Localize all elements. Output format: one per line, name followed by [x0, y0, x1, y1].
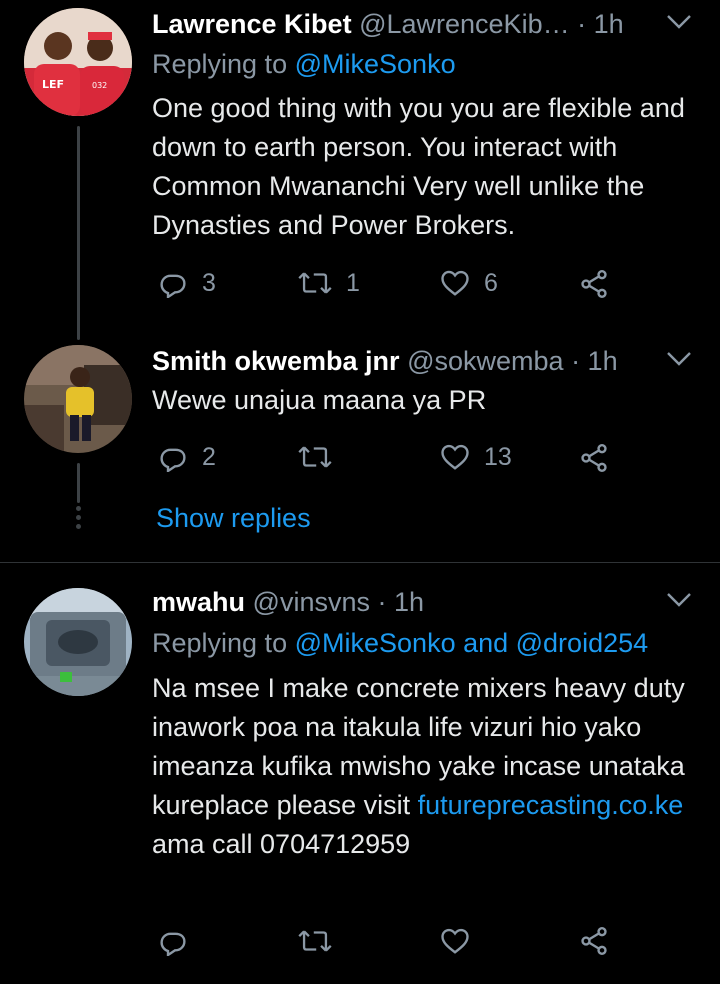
thread-connector [77, 126, 80, 340]
retweet-button[interactable] [298, 926, 332, 956]
reply-icon [160, 274, 186, 298]
reply-button[interactable]: 2 [158, 442, 216, 472]
retweet-icon [298, 272, 332, 294]
tweet-lawrence-kibet[interactable]: LEF 032 Lawrence Kibet @LawrenceKib… · 1… [0, 0, 720, 340]
reply-button[interactable] [158, 926, 188, 956]
tweet-header: mwahu @vinsvns · 1h [152, 586, 424, 618]
handle[interactable]: @LawrenceKib… [359, 9, 570, 39]
reply-button[interactable]: 3 [158, 268, 216, 298]
timestamp[interactable]: · 1h [378, 587, 425, 617]
thread-connector [77, 463, 80, 503]
show-replies-link[interactable]: Show replies [156, 503, 311, 534]
share-button[interactable] [578, 925, 610, 957]
share-icon [581, 444, 607, 472]
reply-icon [160, 448, 186, 472]
tweet-mwahu[interactable]: mwahu @vinsvns · 1h Replying to @MikeSon… [0, 580, 720, 984]
url-link[interactable]: futureprecasting.co.ke [418, 790, 684, 820]
like-button[interactable] [440, 926, 470, 956]
like-button[interactable]: 13 [440, 442, 512, 472]
timestamp[interactable]: · 1h [571, 346, 618, 376]
like-count: 13 [484, 442, 512, 471]
retweet-button[interactable]: 1 [298, 268, 360, 298]
chevron-down-icon[interactable] [666, 592, 692, 608]
chevron-down-icon[interactable] [666, 351, 692, 367]
retweet-count: 1 [346, 268, 360, 297]
retweet-button[interactable] [298, 442, 346, 472]
avatar[interactable]: LEF 032 [24, 8, 132, 116]
svg-text:032: 032 [92, 81, 107, 90]
share-icon [581, 927, 607, 955]
avatar[interactable] [24, 345, 132, 453]
retweet-icon [298, 446, 332, 468]
handle[interactable]: @vinsvns [253, 587, 370, 617]
svg-text:LEF: LEF [42, 78, 64, 91]
replying-to: Replying to @MikeSonko and @droid254 [152, 627, 648, 659]
tweet-header: Lawrence Kibet @LawrenceKib… · 1h [152, 8, 624, 40]
mention-link[interactable]: @MikeSonko [295, 49, 456, 79]
retweet-icon [298, 930, 332, 952]
chevron-down-icon[interactable] [666, 14, 692, 30]
tweet-text-part: ama call 0704712959 [152, 829, 411, 859]
replying-to-label: Replying to [152, 49, 288, 79]
avatar[interactable] [24, 588, 132, 696]
reply-count: 3 [202, 268, 216, 297]
tweet-text: One good thing with you you are flexible… [152, 93, 685, 240]
like-count: 6 [484, 268, 498, 297]
tweet-header: Smith okwemba jnr @sokwemba · 1h [152, 345, 618, 377]
share-button[interactable] [578, 268, 610, 300]
tweet-text: Wewe unajua maana ya PR [152, 385, 487, 415]
heart-icon [441, 928, 469, 954]
handle[interactable]: @sokwemba [407, 346, 563, 376]
reply-icon [160, 932, 186, 956]
display-name[interactable]: Smith okwemba jnr [152, 346, 400, 376]
tweet-smith-okwemba[interactable]: Smith okwemba jnr @sokwemba · 1h Wewe un… [0, 340, 720, 560]
timestamp[interactable]: · 1h [577, 9, 624, 39]
share-icon [581, 270, 607, 298]
replying-to: Replying to @MikeSonko [152, 48, 456, 80]
display-name[interactable]: mwahu [152, 587, 245, 617]
thread-dots [76, 506, 82, 533]
display-name[interactable]: Lawrence Kibet [152, 9, 352, 39]
heart-icon [441, 444, 469, 470]
mention-link[interactable]: @MikeSonko and @droid254 [295, 628, 649, 658]
like-button[interactable]: 6 [440, 268, 498, 298]
tweet-text: Na msee I make concrete mixers heavy dut… [152, 669, 712, 864]
heart-icon [441, 270, 469, 296]
reply-count: 2 [202, 442, 216, 471]
replying-to-label: Replying to [152, 628, 288, 658]
share-button[interactable] [578, 442, 610, 474]
divider [0, 562, 720, 563]
